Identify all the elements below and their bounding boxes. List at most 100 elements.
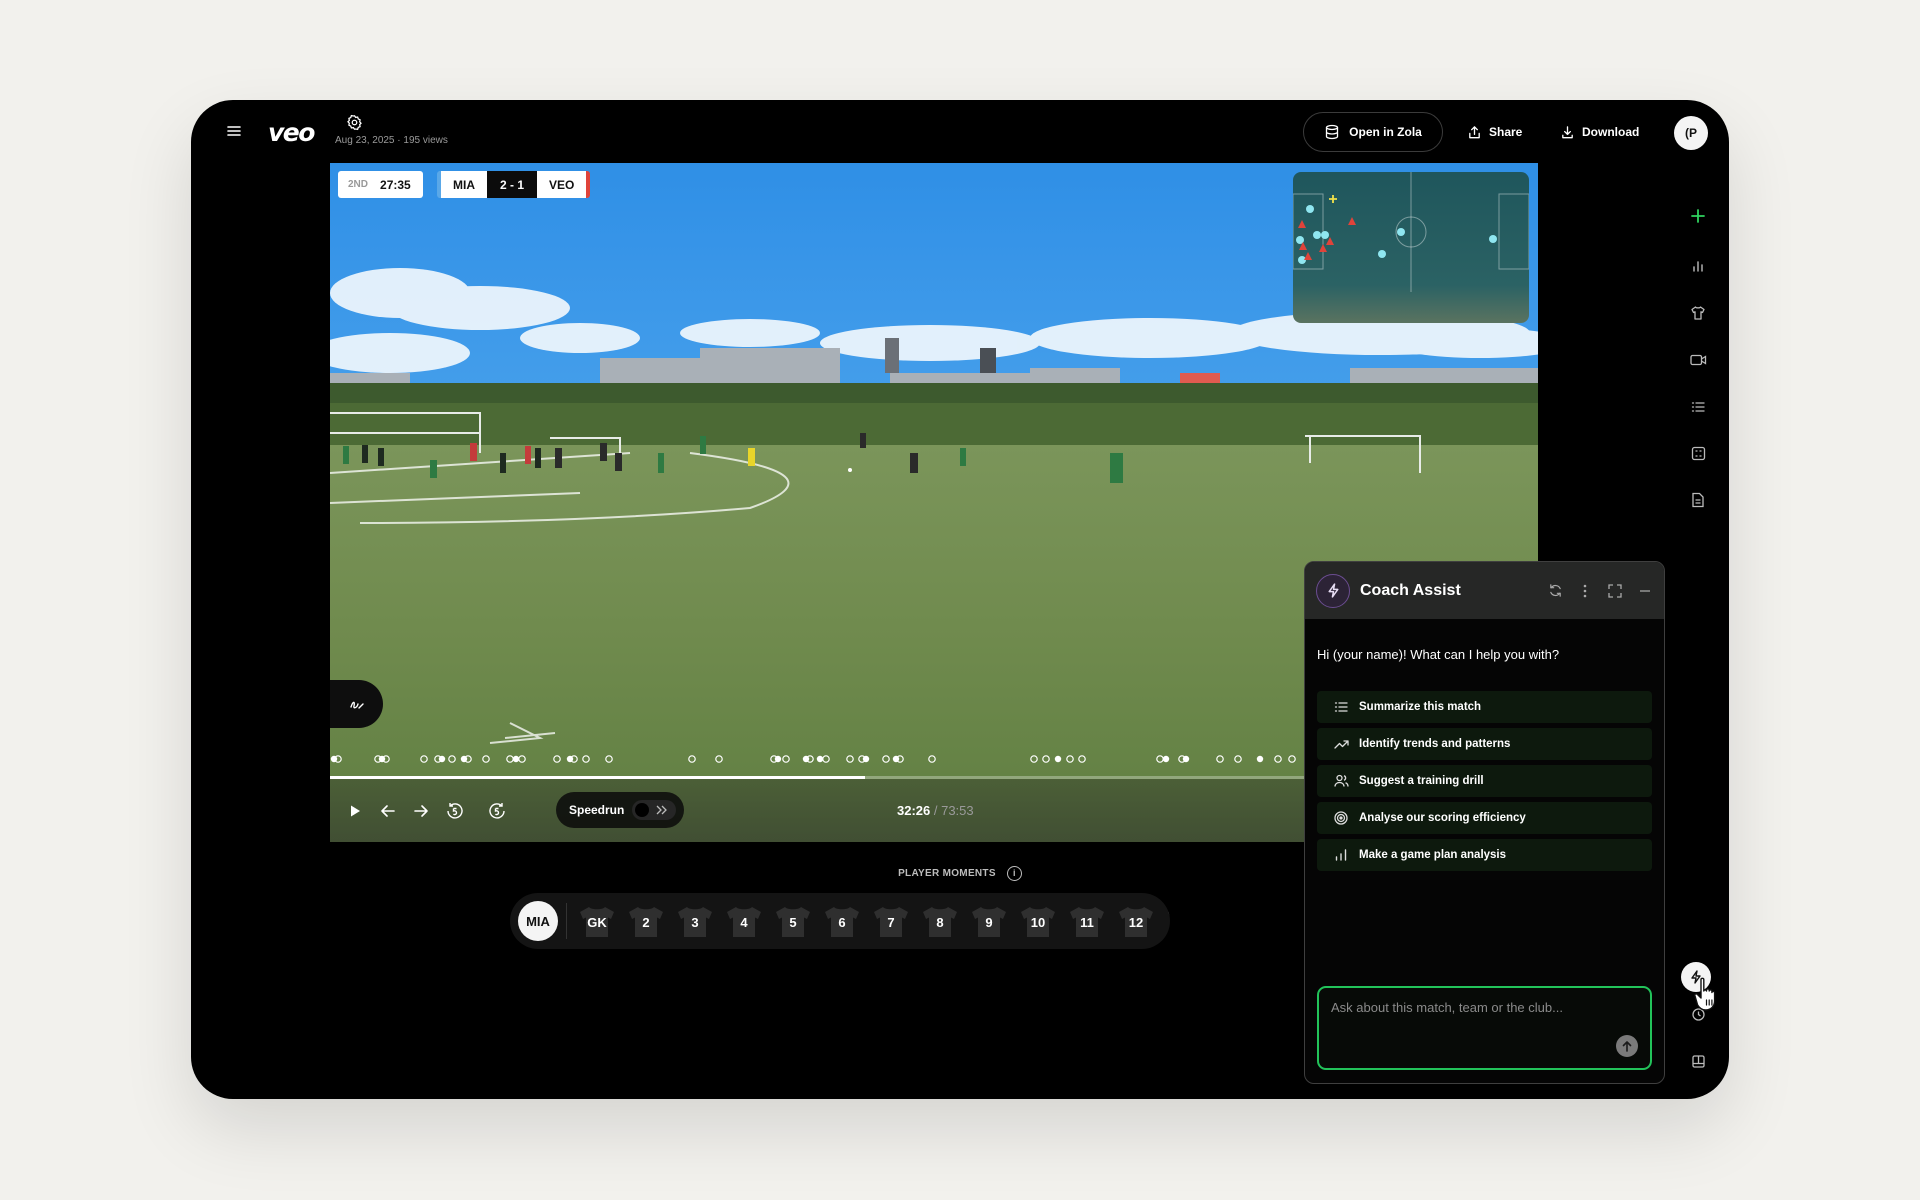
document-icon[interactable] (1688, 490, 1708, 510)
player-number: 5 (789, 914, 797, 930)
coach-assist-title: Coach Assist (1360, 581, 1461, 599)
player-shirt[interactable]: 11 (1068, 905, 1106, 939)
player-number: 8 (936, 914, 944, 930)
veo-logo: veo (268, 118, 315, 147)
speedrun-toggle[interactable]: Speedrun (556, 792, 684, 828)
speedrun-label: Speedrun (569, 803, 625, 817)
download-icon (1562, 125, 1573, 138)
score: 2 - 1 (487, 171, 538, 198)
player-number: 12 (1128, 914, 1144, 930)
camera-icon[interactable] (1688, 350, 1708, 370)
coach-assist-panel: Coach Assist Hi (your name)! What can I … (1304, 561, 1665, 1084)
share-button[interactable]: Share (1467, 112, 1522, 152)
assist-input-box (1317, 986, 1652, 1070)
team-filter-button[interactable]: MIA (518, 901, 558, 941)
info-icon[interactable]: i (1006, 866, 1022, 881)
list-icon (1333, 699, 1349, 715)
player-shirt[interactable]: 5 (774, 905, 812, 939)
coach-assist-bolt-icon (1316, 573, 1350, 608)
shirt-icon[interactable] (1688, 303, 1708, 323)
match-half: 2ND (348, 179, 369, 190)
draw-icon (349, 701, 364, 709)
user-avatar[interactable]: (P (1674, 116, 1708, 150)
bar-chart-icon (1333, 847, 1349, 863)
player-shirt[interactable]: 7 (872, 905, 910, 939)
suggestion-list: Summarize this match Identify trends and… (1317, 691, 1652, 876)
player-shirt[interactable]: 8 (921, 905, 959, 939)
hand-cursor-icon (1694, 977, 1716, 1011)
menu-icon[interactable] (225, 122, 243, 140)
suggestion-label: Make a game plan analysis (1359, 849, 1507, 861)
player-shirt[interactable]: 6 (823, 905, 861, 939)
suggestion-summarize[interactable]: Summarize this match (1317, 691, 1652, 723)
suggestion-label: Summarize this match (1359, 701, 1482, 713)
list-icon[interactable] (1688, 397, 1708, 417)
send-button[interactable] (1616, 1035, 1638, 1057)
play-icon[interactable] (344, 800, 366, 822)
database-icon (1326, 124, 1339, 140)
player-number: 11 (1080, 914, 1094, 930)
player-number: 9 (985, 914, 993, 930)
player-number: 3 (691, 914, 699, 930)
coach-assist-header: Coach Assist (1305, 562, 1664, 619)
player-number: 10 (1030, 914, 1046, 930)
scoreboard: MIA 2 - 1 VEO (437, 171, 591, 198)
player-number: GK (587, 914, 607, 930)
users-icon (1333, 773, 1349, 789)
match-clock: 2ND 27:35 (338, 171, 423, 198)
speedrun-switch[interactable] (632, 800, 676, 820)
share-icon (1469, 125, 1480, 138)
player-moments-strip: MIA GK23456789101112131516 (510, 893, 1170, 949)
plus-icon[interactable] (1688, 206, 1708, 226)
player-number: 7 (887, 914, 895, 930)
suggestion-label: Suggest a training drill (1359, 775, 1484, 787)
forward-5-icon[interactable] (486, 800, 508, 822)
player-shirt[interactable]: 4 (725, 905, 763, 939)
suggestion-trends[interactable]: Identify trends and patterns (1317, 728, 1652, 760)
player-shirt[interactable]: 12 (1117, 905, 1155, 939)
time-readout: 32:26 / 73:53 (897, 803, 974, 818)
suggestion-drill[interactable]: Suggest a training drill (1317, 765, 1652, 797)
player-number: 2 (642, 914, 650, 930)
rewind-5-icon[interactable] (444, 800, 466, 822)
open-in-zola-label: Open in Zola (1349, 125, 1422, 139)
settings-gear-icon[interactable] (346, 114, 363, 131)
trend-icon (1333, 736, 1349, 752)
target-icon (1333, 810, 1349, 826)
next-arrow-icon[interactable] (410, 800, 432, 822)
player-shirt[interactable]: 10 (1019, 905, 1057, 939)
player-number: 6 (838, 914, 846, 930)
player-shirt[interactable]: GK (578, 905, 616, 939)
previous-arrow-icon[interactable] (377, 800, 399, 822)
suggestion-label: Identify trends and patterns (1359, 738, 1511, 750)
download-button[interactable]: Download (1560, 112, 1639, 152)
match-time: 27:35 (380, 177, 411, 192)
expand-icon[interactable] (1607, 583, 1623, 599)
current-time: 32:26 (897, 803, 931, 818)
open-in-zola-button[interactable]: Open in Zola (1303, 112, 1443, 152)
suggestion-game-plan[interactable]: Make a game plan analysis (1317, 839, 1652, 871)
player-number: 4 (740, 914, 748, 930)
player-shirt[interactable]: 3 (676, 905, 714, 939)
minimize-icon[interactable] (1637, 583, 1653, 599)
pitch-minimap[interactable] (1293, 172, 1529, 323)
more-options-icon[interactable] (1577, 583, 1593, 599)
player-shirt[interactable]: 2 (627, 905, 665, 939)
draw-tool-button[interactable] (330, 680, 383, 728)
speedrun-knob (635, 803, 649, 817)
assist-input[interactable] (1319, 988, 1650, 1068)
arrow-up-icon (1622, 1040, 1632, 1052)
grid-icon[interactable] (1688, 443, 1708, 463)
book-icon[interactable] (1688, 1051, 1708, 1071)
stats-icon[interactable] (1688, 256, 1708, 276)
player-moments-label: PLAYER MOMENTS (898, 868, 996, 880)
player-shirt[interactable]: 9 (970, 905, 1008, 939)
home-team: MIA (437, 171, 487, 198)
refresh-icon[interactable] (1547, 583, 1563, 599)
player-shirt[interactable]: 13 (1166, 905, 1170, 939)
suggestion-label: Analyse our scoring efficiency (1359, 812, 1526, 824)
divider (566, 903, 567, 939)
suggestion-scoring[interactable]: Analyse our scoring efficiency (1317, 802, 1652, 834)
app-window: veo Aug 23, 2025 · 195 views Open in Zol… (191, 100, 1729, 1099)
duration: / 73:53 (933, 803, 974, 818)
